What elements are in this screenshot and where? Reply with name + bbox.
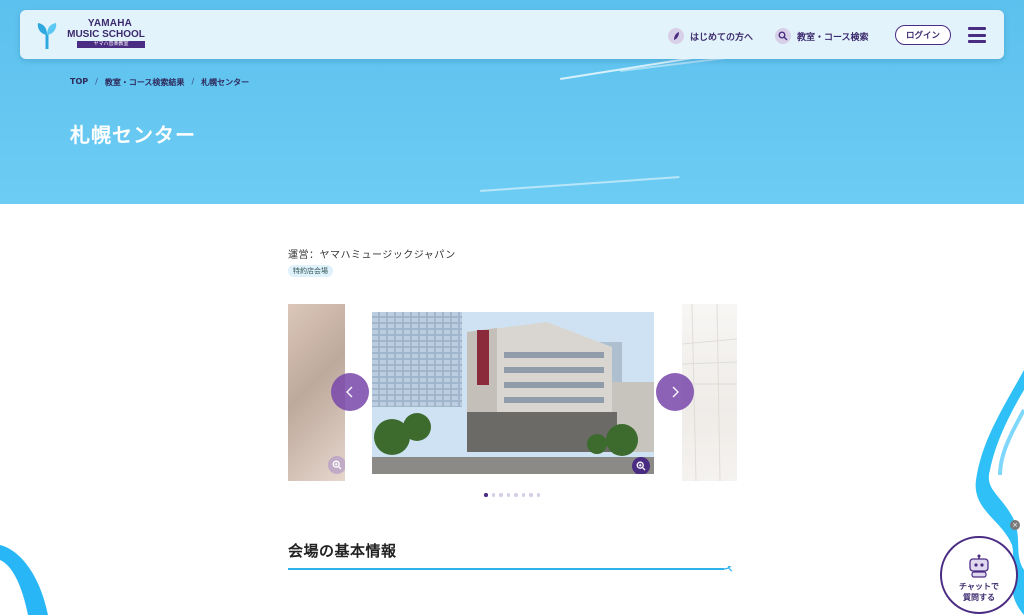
yamaha-music-school-logo[interactable]: YAMAHA MUSIC SCHOOL ヤマハ音楽教室 (36, 18, 156, 52)
nav-school-search-label: 教室・コース検索 (797, 32, 869, 43)
carousel-dot[interactable] (484, 493, 488, 497)
login-button[interactable]: ログイン (895, 25, 951, 45)
carousel-slide-building-photo[interactable] (372, 312, 654, 474)
site-header: YAMAHA MUSIC SCHOOL ヤマハ音楽教室 はじめての方へ 教室・コ… (20, 10, 1004, 59)
carousel-dot[interactable] (529, 493, 533, 497)
breadcrumb-separator: / (95, 77, 98, 86)
breadcrumb-top-link[interactable]: TOP (70, 77, 88, 88)
leaf-icon (668, 28, 684, 44)
chat-label-line1: チャットで (959, 582, 999, 591)
hamburger-menu-icon[interactable] (968, 27, 986, 43)
logo-text-japanese: ヤマハ音楽教室 (77, 41, 145, 48)
search-icon (775, 28, 791, 44)
chat-widget-button[interactable]: チャットで 質問する (940, 536, 1018, 614)
carousel-pagination (484, 493, 540, 497)
carousel-dot[interactable] (521, 493, 525, 497)
hero-banner: YAMAHA MUSIC SCHOOL ヤマハ音楽教室 はじめての方へ 教室・コ… (0, 0, 1024, 204)
chevron-left-icon (346, 386, 353, 398)
chat-close-button[interactable]: × (1010, 520, 1020, 530)
carousel-dot[interactable] (491, 493, 495, 497)
section-underline (288, 566, 733, 572)
hero-light-streak (479, 176, 680, 192)
carousel-dot[interactable] (514, 493, 518, 497)
building-photo (372, 312, 654, 474)
logo-text-yamaha: YAMAHA (87, 18, 133, 29)
carousel-dot[interactable] (536, 493, 540, 497)
robot-chat-icon (969, 554, 989, 578)
decorative-wave-left (0, 545, 48, 615)
logo-text-music-school: MUSIC SCHOOL (67, 29, 145, 40)
breadcrumb-search-results-link[interactable]: 教室・コース検索結果 (105, 77, 185, 88)
carousel-dot[interactable] (506, 493, 510, 497)
sprout-logo-icon (37, 23, 57, 49)
section-title-basic-info: 会場の基本情報 (288, 542, 397, 560)
photo-carousel (288, 304, 737, 481)
breadcrumb-current: 札幌センター (201, 78, 250, 87)
page-title: 札幌センター (70, 123, 196, 147)
nav-school-search[interactable]: 教室・コース検索 (775, 27, 869, 45)
venue-type-badge: 特約店会場 (288, 265, 333, 277)
carousel-prev-button[interactable] (331, 373, 369, 411)
carousel-next-button[interactable] (656, 373, 694, 411)
chat-label-line2: 質問する (963, 593, 995, 602)
nav-first-time[interactable]: はじめての方へ (668, 27, 753, 45)
zoom-in-icon[interactable] (632, 457, 650, 474)
breadcrumb-separator: / (191, 77, 195, 86)
zoom-in-icon[interactable] (328, 456, 345, 474)
chevron-right-icon (672, 386, 679, 398)
carousel-dot[interactable] (499, 493, 503, 497)
nav-first-time-label: はじめての方へ (690, 32, 754, 43)
breadcrumb: TOP / 教室・コース検索結果 / 札幌センター (70, 77, 249, 88)
operator-text: 運営：ヤマハミュージックジャパン (288, 250, 456, 261)
